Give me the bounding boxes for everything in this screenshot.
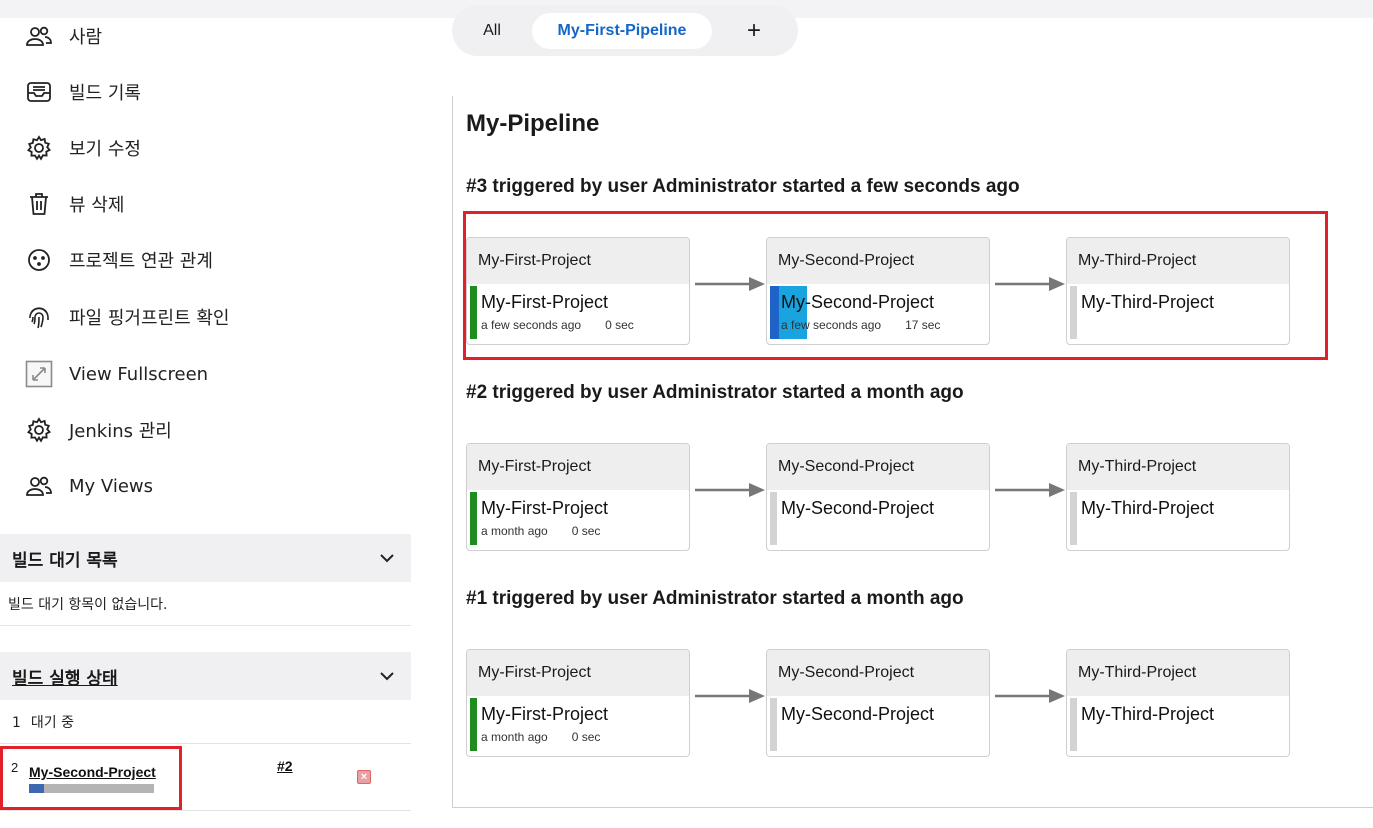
stage-time: a few seconds ago (481, 318, 582, 332)
sidebar-item-label: 뷰 삭제 (69, 195, 125, 216)
highlight-box-executor (0, 746, 182, 810)
stage-job-name[interactable]: My-Second-Project (781, 704, 934, 725)
stage-card[interactable]: My-First-Project My-First-Project a month … (466, 649, 690, 757)
executor-idle-label: 대기 중 (30, 715, 75, 731)
executors-header[interactable]: 빌드 실행 상태 (0, 652, 411, 700)
stage-job-name[interactable]: My-Third-Project (1081, 704, 1214, 725)
stage-job-name[interactable]: My-Third-Project (1081, 498, 1214, 519)
arrow-right-icon (995, 689, 1065, 703)
stage-status-bar (470, 492, 477, 545)
stage-duration: 17 sec (905, 318, 941, 332)
stage-job-name[interactable]: My-Third-Project (1081, 292, 1214, 313)
run-heading[interactable]: #2 triggered by user Administrator start… (466, 382, 964, 404)
run-heading[interactable]: #1 triggered by user Administrator start… (466, 588, 964, 610)
sidebar-item-view-fullscreen[interactable]: View Fullscreen (24, 354, 208, 394)
view-tabs: All My-First-Pipeline + (452, 5, 798, 56)
sidebar-item-label: My Views (69, 475, 153, 497)
stage-duration: 0 sec (605, 318, 634, 332)
executor-build-link[interactable]: #2 (277, 758, 293, 774)
sidebar-item-label: Jenkins 관리 (69, 421, 172, 442)
arrow-right-icon (995, 483, 1065, 497)
stage-card[interactable]: My-Third-Project My-Third-Project (1066, 443, 1290, 551)
executors-title[interactable]: 빌드 실행 상태 (12, 664, 118, 689)
stage-card[interactable]: My-Second-Project My-Second-Project (766, 649, 990, 757)
stage-card-header: My-Second-Project (767, 444, 989, 490)
stage-card-header: My-Third-Project (1067, 650, 1289, 696)
stage-card[interactable]: My-First-Project My-First-Project a month … (466, 443, 690, 551)
stage-duration: 0 sec (571, 524, 601, 538)
inbox-icon (24, 77, 54, 107)
stage-card[interactable]: My-Second-Project My-Second-Project (766, 443, 990, 551)
divider (0, 743, 411, 744)
sidebar-item-people[interactable]: 사람 (24, 16, 102, 56)
stage-card-header: My-Third-Project (1067, 444, 1289, 490)
highlight-box-run-3 (463, 211, 1328, 360)
executor-number: 1 (12, 715, 21, 731)
add-tab-button[interactable]: + (732, 13, 776, 49)
sidebar-item-build-history[interactable]: 빌드 기록 (24, 72, 141, 112)
executor-idle-row: 1 대기 중 (12, 712, 74, 732)
stage-job-name[interactable]: My-Second-Project (781, 498, 934, 519)
gear-icon (24, 415, 54, 445)
sidebar-item-label: View Fullscreen (69, 363, 209, 385)
arrow-right-icon (695, 483, 765, 497)
stage-duration: 0 sec (571, 730, 601, 744)
trash-icon (24, 189, 54, 219)
stage-status-bar (470, 698, 477, 751)
stage-time: a month ago (481, 730, 548, 744)
sidebar-item-delete-view[interactable]: 뷰 삭제 (24, 184, 124, 224)
stage-status-bar (1070, 698, 1077, 751)
sidebar-item-label: 프로젝트 연관 관계 (69, 251, 213, 272)
people-icon (24, 471, 54, 501)
stage-status-bar (1070, 492, 1077, 545)
stage-time: a month ago (481, 524, 548, 538)
chevron-down-icon[interactable] (375, 664, 399, 688)
stage-job-name[interactable]: My-First-Project (481, 704, 608, 725)
arrow-right-icon (695, 689, 765, 703)
stage-status-bar (770, 492, 777, 545)
sidebar-item-edit-view[interactable]: 보기 수정 (24, 128, 141, 168)
stage-meta: a month ago 0 sec (481, 524, 600, 538)
sidebar-item-label: 파일 핑거프린트 확인 (69, 308, 230, 329)
stage-meta: a month ago 0 sec (481, 730, 600, 744)
stop-build-button[interactable]: × (357, 770, 371, 784)
gear-icon (24, 133, 54, 163)
build-queue-empty-text: 빌드 대기 항목이 없습니다. (8, 597, 168, 613)
people-icon (24, 21, 54, 51)
page-title: My-Pipeline (466, 110, 600, 137)
divider (0, 625, 411, 626)
stage-job-name[interactable]: My-First-Project (481, 292, 608, 313)
build-queue-header[interactable]: 빌드 대기 목록 (0, 534, 411, 582)
stage-card-header: My-Second-Project (767, 650, 989, 696)
sidebar-item-my-views[interactable]: My Views (24, 466, 153, 506)
sidebar-item-project-relationship[interactable]: 프로젝트 연관 관계 (24, 240, 213, 280)
stage-card-header: My-First-Project (467, 650, 689, 696)
sidebar-item-fingerprint[interactable]: 파일 핑거프린트 확인 (24, 297, 229, 337)
stage-job-name[interactable]: My-First-Project (481, 498, 608, 519)
sidebar-item-label: 보기 수정 (69, 139, 141, 160)
sidebar-item-label: 빌드 기록 (69, 83, 141, 104)
fullscreen-icon (24, 359, 54, 389)
build-queue-title: 빌드 대기 목록 (12, 550, 118, 571)
stage-card[interactable]: My-Third-Project My-Third-Project (1066, 649, 1290, 757)
stage-time: a few seconds ago (781, 318, 882, 332)
run-heading[interactable]: #3 triggered by user Administrator start… (466, 176, 1020, 198)
sidebar-item-manage-jenkins[interactable]: Jenkins 관리 (24, 410, 172, 450)
stage-meta: a few seconds ago 0 sec (481, 318, 634, 332)
sidebar-item-label: 사람 (69, 27, 103, 48)
divider (0, 810, 411, 811)
fingerprint-icon (24, 302, 54, 332)
chevron-down-icon[interactable] (375, 546, 399, 570)
stage-meta: a few seconds ago 17 sec (781, 318, 940, 332)
stage-job-name[interactable]: My-Second-Project (781, 292, 934, 313)
stage-status-bar (770, 698, 777, 751)
tab-my-first-pipeline[interactable]: My-First-Pipeline (532, 13, 712, 49)
relationship-icon (24, 245, 54, 275)
tab-all[interactable]: All (466, 13, 518, 49)
stage-card-header: My-First-Project (467, 444, 689, 490)
